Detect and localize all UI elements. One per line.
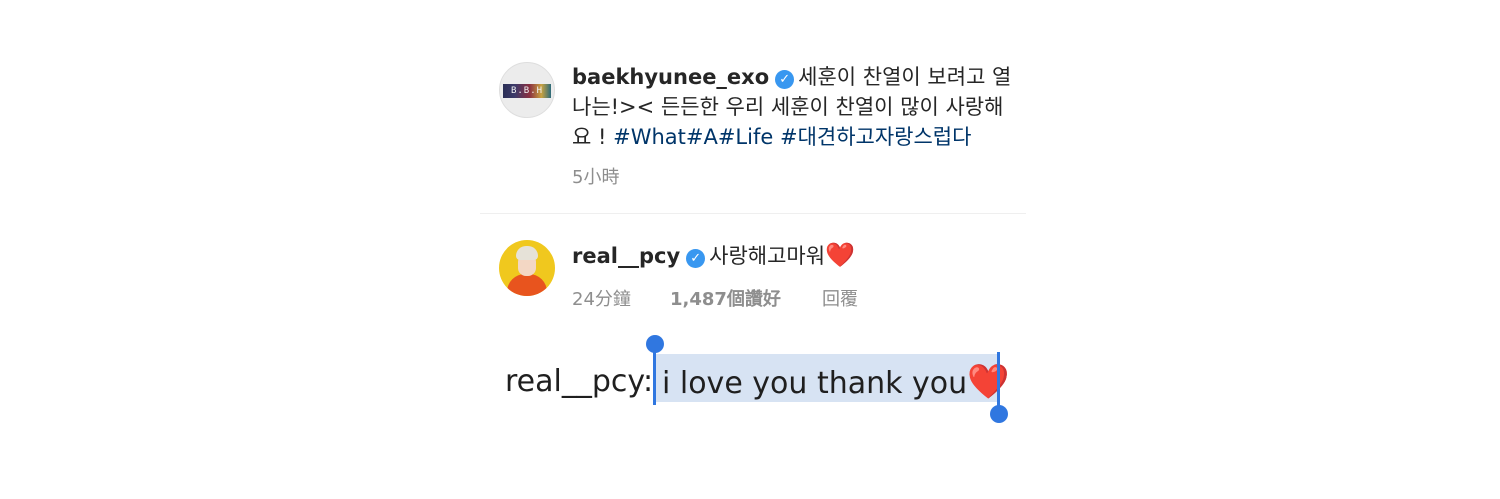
translation-prefix: real__pcy: <box>505 364 654 399</box>
comment-likes[interactable]: 1,487個讚好 <box>670 285 781 311</box>
divider <box>480 213 1026 214</box>
post-caption: baekhyunee_exo ✓ 세훈이 찬열이 보려고 열 나는!>< 든든한 우… <box>572 60 1025 220</box>
post-author-avatar[interactable]: B.B.H <box>499 62 555 118</box>
post-timestamp: 5小時 <box>572 167 620 188</box>
selection-start-caret <box>653 349 656 405</box>
comment-author-avatar[interactable] <box>499 240 555 296</box>
selection-end-handle[interactable] <box>990 405 1008 423</box>
selected-text: i love you thank you <box>662 366 968 401</box>
verified-badge-icon: ✓ <box>686 249 706 268</box>
caption-line-2: 나는!>< 든든한 우리 세훈이 찬열이 많이 사랑해 <box>572 92 1003 122</box>
heart-icon: ❤️ <box>967 362 1010 402</box>
hashtag-proud[interactable]: #대견하고자랑스럽다 <box>780 125 971 149</box>
caption-text-1: 세훈이 찬열이 보려고 열 <box>798 65 1012 89</box>
selection-end-caret <box>997 352 1000 412</box>
caption-line-3: 요 ! #What#A#Life #대견하고자랑스럽다 <box>572 122 971 152</box>
caption-line-1: baekhyunee_exo ✓ 세훈이 찬열이 보려고 열 <box>572 62 1011 92</box>
avatar-coat <box>507 274 547 296</box>
comment-username[interactable]: real__pcy <box>572 244 680 268</box>
avatar-label: B.B.H <box>510 86 544 96</box>
caption-text-2: 나는!>< 든든한 우리 세훈이 찬열이 많이 사랑해 <box>572 95 1004 119</box>
comment-timestamp: 24分鐘 <box>572 289 631 310</box>
caption-text-3: 요 ! <box>572 125 614 149</box>
verified-badge-icon: ✓ <box>775 70 795 89</box>
translation-selected-text[interactable]: i love you thank you❤️ <box>662 360 1010 406</box>
likes-count: 1,487個讚好 <box>670 289 781 310</box>
heart-icon: ❤️ <box>825 241 855 269</box>
avatar-hair <box>516 246 538 260</box>
post-username[interactable]: baekhyunee_exo <box>572 65 769 89</box>
comment: real__pcy ✓ 사랑해고마워❤️ <box>572 238 855 273</box>
comment-text: 사랑해고마워 <box>709 244 826 268</box>
reply-button[interactable]: 回覆 <box>822 285 858 311</box>
hashtag-what-a-life[interactable]: #What#A#Life <box>613 125 773 149</box>
